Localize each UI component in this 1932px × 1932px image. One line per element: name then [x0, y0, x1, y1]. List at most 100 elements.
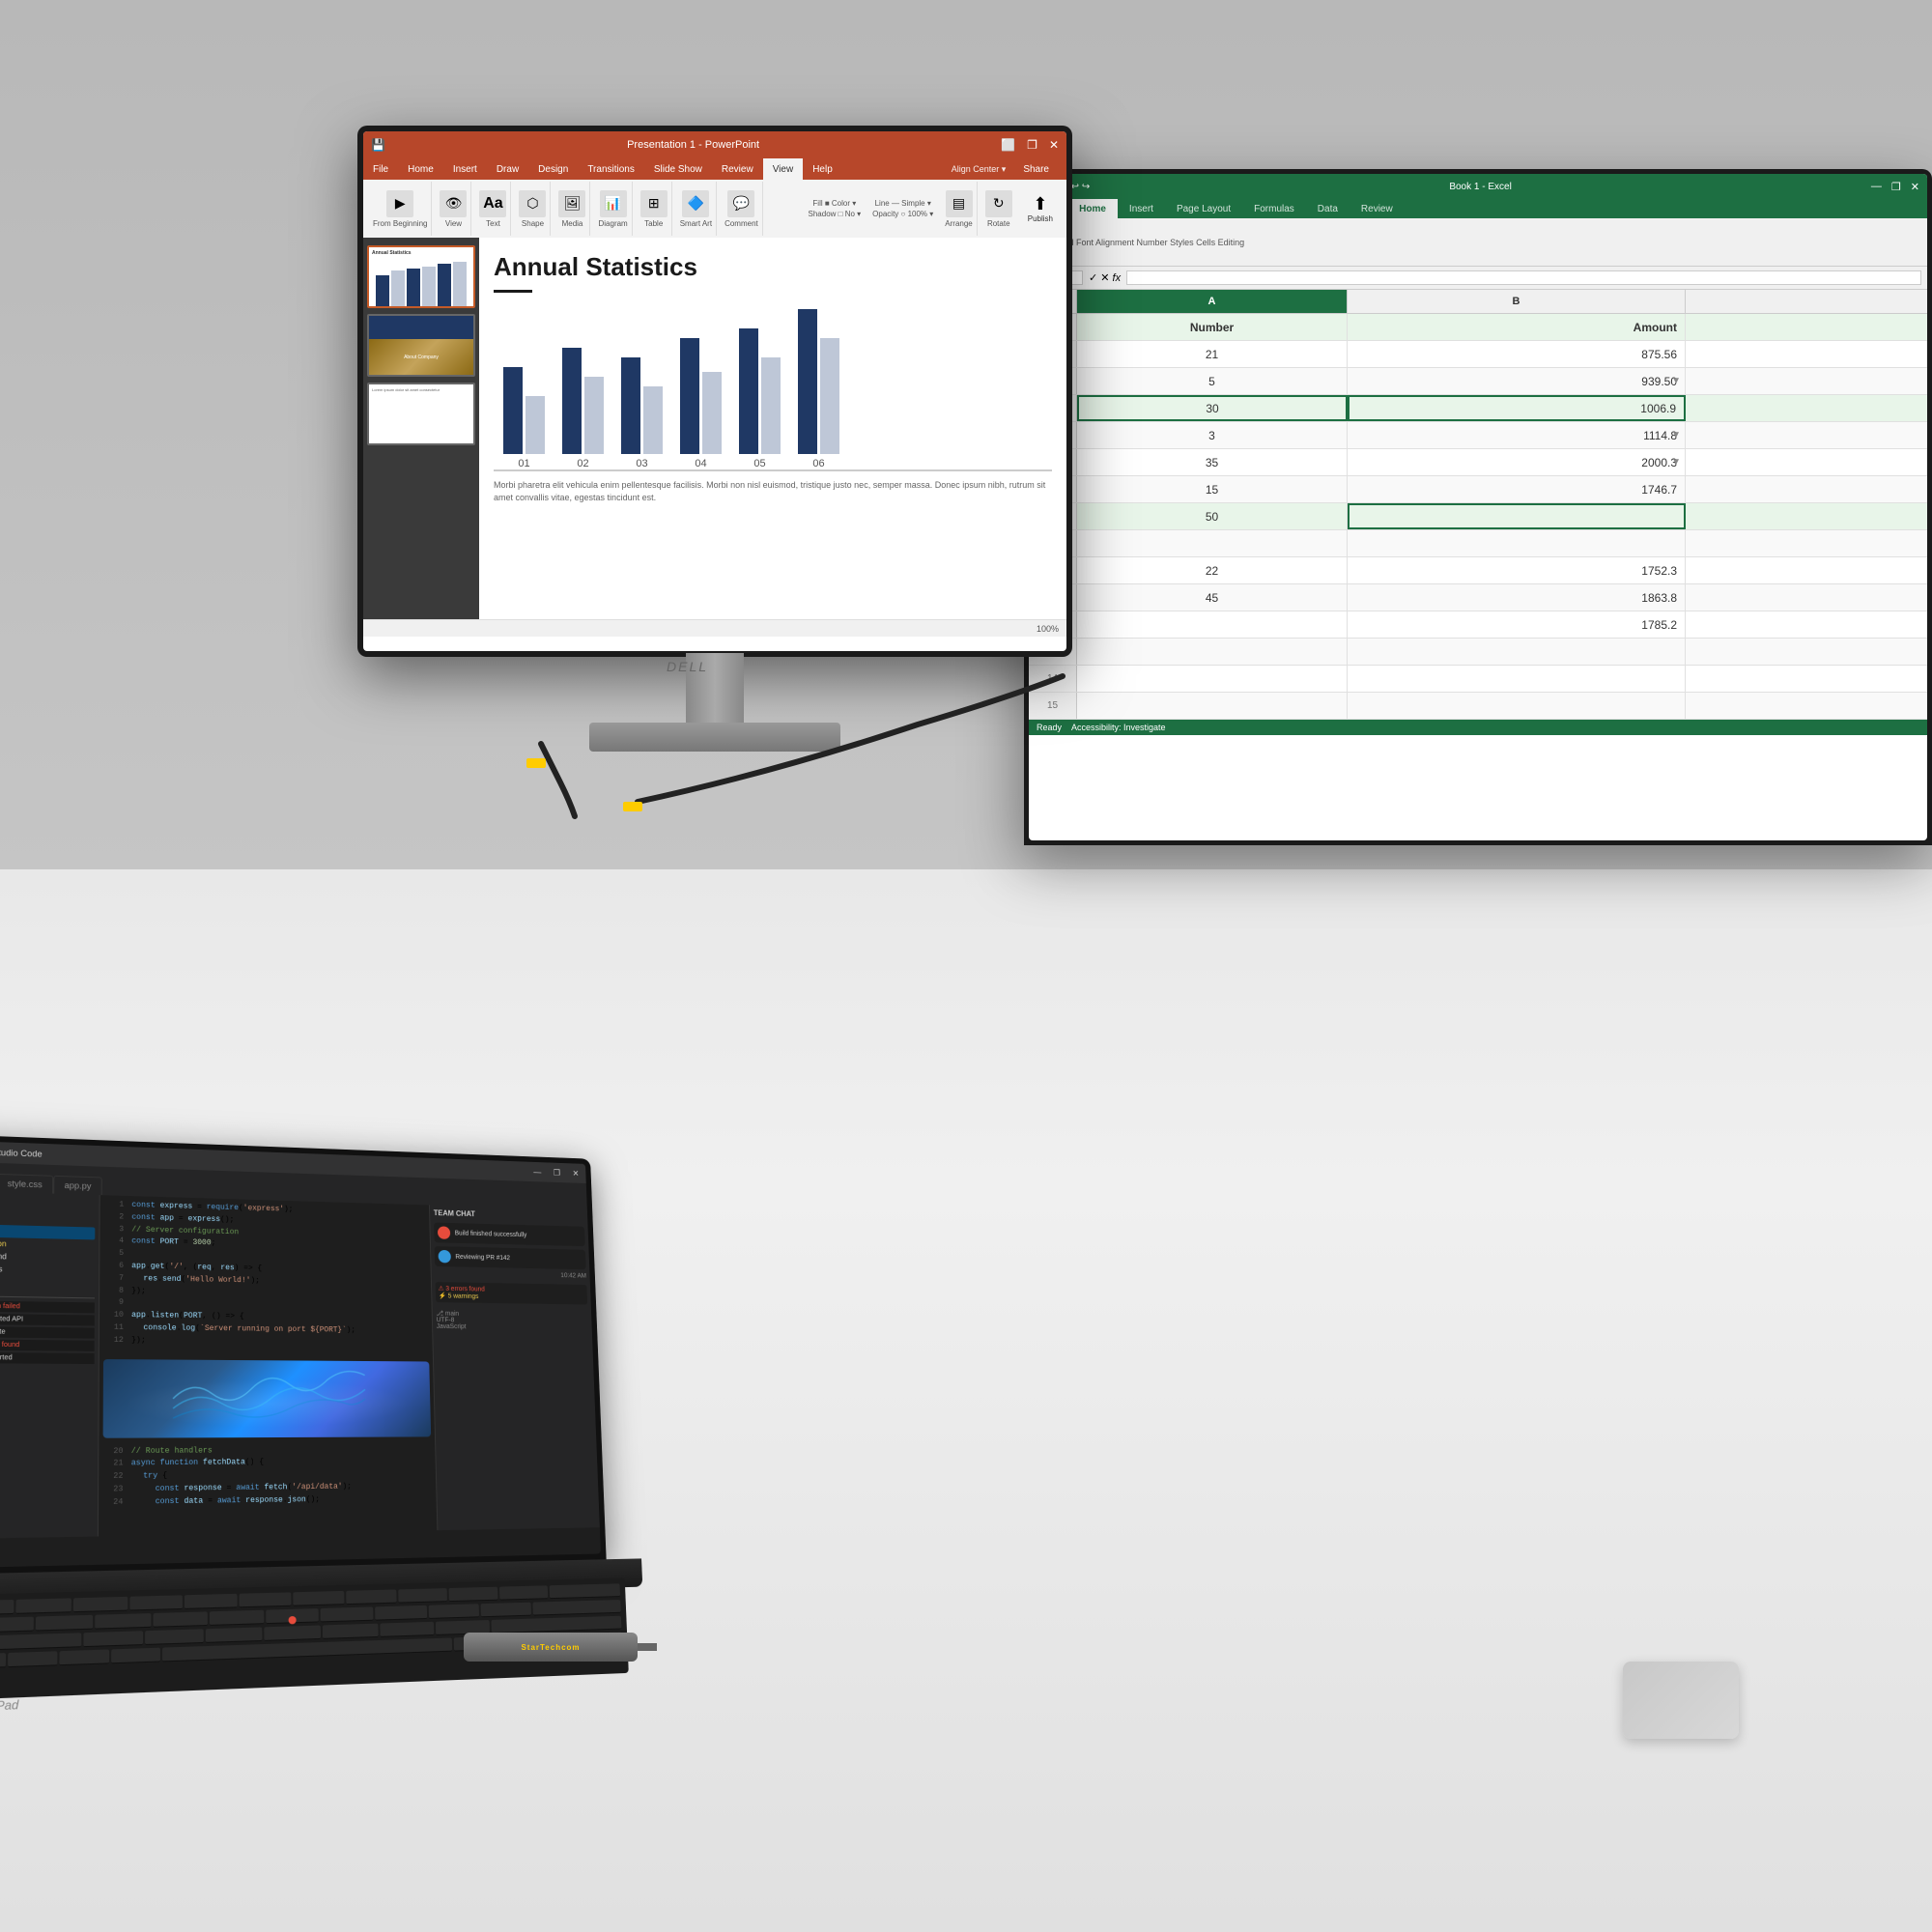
key-u[interactable]: [346, 1589, 396, 1605]
ppt-tab-review[interactable]: Review: [712, 158, 763, 180]
ppt-tab-design[interactable]: Design: [528, 158, 578, 180]
cell-5b[interactable]: 1114.8 ▼: [1348, 422, 1686, 448]
key-k[interactable]: [428, 1604, 479, 1619]
cell-2a[interactable]: 21: [1077, 341, 1348, 367]
minimize-icon[interactable]: ⬜: [1001, 138, 1015, 152]
ppt-tab-transitions[interactable]: Transitions: [578, 158, 644, 180]
ide-code-editor[interactable]: 1 const express = require('express'); 2 …: [99, 1195, 438, 1536]
excel-minimize-icon[interactable]: —: [1871, 181, 1882, 193]
key-x[interactable]: [145, 1629, 203, 1645]
cell-6b[interactable]: 2000.3 ▼: [1348, 449, 1686, 475]
cell-b-header[interactable]: Amount: [1348, 314, 1686, 340]
ide-tab-stylecss[interactable]: style.css: [0, 1174, 53, 1194]
sidebar-item-4[interactable]: Error: Module not found: [0, 1339, 95, 1351]
key-o[interactable]: [449, 1587, 498, 1602]
share-button[interactable]: Share: [1013, 161, 1059, 178]
key-c[interactable]: [205, 1627, 262, 1643]
view-icon[interactable]: 👁: [440, 190, 467, 217]
cell-9a[interactable]: [1077, 530, 1348, 556]
cell-11b[interactable]: 1863.8: [1348, 584, 1686, 611]
formula-input[interactable]: [1126, 270, 1921, 285]
cell-3b[interactable]: 939.50 ▼: [1348, 368, 1686, 394]
cell-7b[interactable]: 1746.7: [1348, 476, 1686, 502]
cell-7a[interactable]: 15: [1077, 476, 1348, 502]
ppt-save-icon[interactable]: 💾: [371, 138, 385, 152]
dropdown-icon-6[interactable]: ▼: [1671, 457, 1681, 468]
text-icon[interactable]: Aa: [479, 190, 506, 217]
cell-14a[interactable]: [1077, 666, 1348, 692]
key-enter[interactable]: [532, 1600, 621, 1616]
excel-tab-data[interactable]: Data: [1306, 199, 1350, 218]
key-n[interactable]: [380, 1622, 435, 1637]
key-y[interactable]: [293, 1591, 344, 1606]
publish-group[interactable]: ⬆ Publish: [1020, 192, 1061, 225]
key-p[interactable]: [499, 1585, 548, 1600]
ide-close-icon[interactable]: ✕: [572, 1168, 579, 1178]
cell-5a[interactable]: 3: [1077, 422, 1348, 448]
ppt-tab-help[interactable]: Help: [803, 158, 842, 180]
key-v[interactable]: [265, 1625, 321, 1640]
key-i[interactable]: [398, 1588, 447, 1604]
key-q[interactable]: [16, 1598, 71, 1614]
excel-tab-insert[interactable]: Insert: [1118, 199, 1165, 218]
ide-maximize-icon[interactable]: ❐: [554, 1168, 561, 1178]
dropdown-icon-5[interactable]: ▼: [1671, 430, 1681, 440]
ppt-tab-slideshow[interactable]: Slide Show: [644, 158, 712, 180]
col-header-a[interactable]: A: [1077, 290, 1348, 313]
slide-thumb-1[interactable]: Annual Statistics: [367, 245, 475, 308]
cell-10a[interactable]: 22: [1077, 557, 1348, 583]
slide-thumb-2[interactable]: About Company: [367, 314, 475, 377]
key-e[interactable]: [129, 1595, 183, 1610]
key-z[interactable]: [84, 1631, 143, 1647]
ide-minimize-icon[interactable]: —: [533, 1167, 541, 1176]
key-ctrl[interactable]: [0, 1653, 6, 1670]
file-utils[interactable]: 📁 utils: [0, 1274, 95, 1290]
arrange-icon[interactable]: ▤: [946, 190, 973, 217]
key-t[interactable]: [240, 1592, 292, 1607]
key-b[interactable]: [323, 1624, 379, 1639]
key-a[interactable]: [36, 1615, 93, 1632]
cell-13a[interactable]: [1077, 639, 1348, 665]
cell-15b[interactable]: [1348, 693, 1686, 719]
dropdown-icon-3[interactable]: ▼: [1671, 376, 1681, 386]
ppt-tab-home[interactable]: Home: [398, 158, 443, 180]
cell-2b[interactable]: 875.56: [1348, 341, 1686, 367]
ide-tab-apppy[interactable]: app.py: [53, 1176, 102, 1195]
comment-icon[interactable]: 💬: [727, 190, 754, 217]
key-caps[interactable]: [0, 1617, 34, 1634]
key-f[interactable]: [210, 1610, 264, 1626]
key-shift-left[interactable]: [0, 1633, 81, 1652]
from-beginning-icon[interactable]: ▶: [386, 190, 413, 217]
key-h[interactable]: [321, 1606, 373, 1622]
cell-9b[interactable]: [1348, 530, 1686, 556]
ppt-tab-view[interactable]: View: [763, 158, 804, 180]
cell-4b[interactable]: 1006.9: [1348, 395, 1686, 421]
cell-a-header[interactable]: Number: [1077, 314, 1348, 340]
key-backspace[interactable]: [549, 1583, 620, 1599]
excel-maximize-icon[interactable]: ❐: [1891, 181, 1901, 193]
sidebar-item-3[interactable]: Info: Build complete: [0, 1326, 95, 1339]
cell-11a[interactable]: 45: [1077, 584, 1348, 611]
maximize-icon[interactable]: ❐: [1027, 138, 1037, 152]
cell-4a[interactable]: 30: [1077, 395, 1348, 421]
cell-6a[interactable]: 35: [1077, 449, 1348, 475]
excel-tab-review[interactable]: Review: [1350, 199, 1405, 218]
sidebar-item-2[interactable]: Warning: Deprecated API: [0, 1313, 95, 1325]
excel-close-icon[interactable]: ✕: [1911, 181, 1919, 193]
col-header-b[interactable]: B: [1348, 290, 1686, 313]
ppt-tab-draw[interactable]: Draw: [487, 158, 528, 180]
key-super[interactable]: [60, 1649, 109, 1665]
cell-12a[interactable]: [1077, 611, 1348, 638]
cell-14b[interactable]: [1348, 666, 1686, 692]
slide-thumb-3[interactable]: Lorem ipsum dolor sit amet consectetur: [367, 383, 475, 445]
rotate-icon[interactable]: ↻: [985, 190, 1012, 217]
cell-15a[interactable]: [1077, 693, 1348, 719]
diagram-icon[interactable]: 📊: [600, 190, 627, 217]
ppt-tab-insert[interactable]: Insert: [443, 158, 487, 180]
shape-icon[interactable]: ⬡: [519, 190, 546, 217]
key-d[interactable]: [153, 1611, 208, 1627]
close-icon[interactable]: ✕: [1049, 138, 1059, 152]
cell-12b[interactable]: 1785.2: [1348, 611, 1686, 638]
key-r[interactable]: [185, 1594, 237, 1609]
key-j[interactable]: [375, 1605, 427, 1621]
